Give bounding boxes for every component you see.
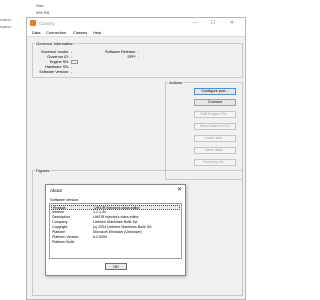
column-header-size: Size bbox=[36, 3, 44, 8]
minimize-button[interactable]: — bbox=[191, 20, 199, 26]
menu-bar: Data Connection Classes Help bbox=[27, 29, 245, 37]
governor-info-legend: Governor information bbox=[36, 41, 74, 46]
save-data-button[interactable]: Save data... bbox=[194, 147, 236, 154]
figures-legend: Figures bbox=[36, 168, 50, 173]
menu-help[interactable]: Help bbox=[93, 30, 101, 35]
governor-model-value: - bbox=[71, 50, 73, 54]
ok-button[interactable]: OK bbox=[105, 263, 127, 270]
connect-button[interactable]: Connect bbox=[194, 99, 236, 106]
menu-data[interactable]: Data bbox=[32, 30, 40, 35]
send-data-button[interactable]: Send data to ECU bbox=[194, 123, 236, 130]
version-info-list[interactable]: Product UH/DR injector's class editor Ve… bbox=[49, 203, 182, 259]
governor-model-label: Governor model: bbox=[40, 50, 69, 54]
actions-legend: Actions bbox=[169, 80, 183, 85]
info-row[interactable]: Platform Build bbox=[51, 240, 180, 245]
hardware-sn-value: - bbox=[71, 65, 73, 69]
running-lin-button[interactable]: Running Lin... bbox=[194, 159, 236, 166]
title-bar[interactable]: Classify — ☐ ✕ bbox=[27, 18, 245, 29]
file-size-text: 596 KB bbox=[36, 10, 50, 15]
about-dialog: About ✕ Software version: Product UH/DR … bbox=[45, 184, 186, 276]
maximize-button[interactable]: ☐ bbox=[209, 20, 217, 26]
hardware-sn-label: Hardware SN: bbox=[45, 65, 69, 69]
about-close-icon[interactable]: ✕ bbox=[177, 186, 182, 193]
info-key: Platform Build bbox=[52, 240, 75, 244]
governor-info-group: Governor information Governor model: - G… bbox=[32, 41, 243, 78]
software-version-value: - bbox=[71, 70, 73, 74]
spp-label: SPP: bbox=[127, 55, 136, 59]
engine-sn-button[interactable] bbox=[71, 60, 78, 64]
edit-engine-sn-button[interactable]: Edit Engine SN... bbox=[194, 111, 236, 118]
software-version-label: Software Version: bbox=[39, 70, 69, 74]
governor-id-label: Governor ID: bbox=[47, 55, 69, 59]
software-release-value: - bbox=[138, 50, 140, 54]
governor-id-value: - bbox=[71, 55, 73, 59]
close-button[interactable]: ✕ bbox=[228, 20, 236, 26]
window-title: Classify bbox=[39, 21, 55, 26]
menu-connection[interactable]: Connection bbox=[46, 30, 66, 35]
app-icon bbox=[30, 20, 36, 26]
engine-sn-label: Engine SN: bbox=[49, 60, 69, 64]
spp-value: - bbox=[138, 55, 140, 59]
configure-port-button[interactable]: Configure port... bbox=[194, 88, 236, 95]
software-version-heading: Software version: bbox=[50, 198, 80, 202]
background-text-fragment: ication bbox=[0, 17, 12, 22]
load-data-button[interactable]: Load data... bbox=[194, 135, 236, 142]
about-dialog-title: About bbox=[50, 188, 62, 193]
menu-classes[interactable]: Classes bbox=[73, 30, 87, 35]
background-text-fragment: ication bbox=[0, 24, 12, 29]
software-release-label: Software Release: bbox=[104, 50, 136, 54]
